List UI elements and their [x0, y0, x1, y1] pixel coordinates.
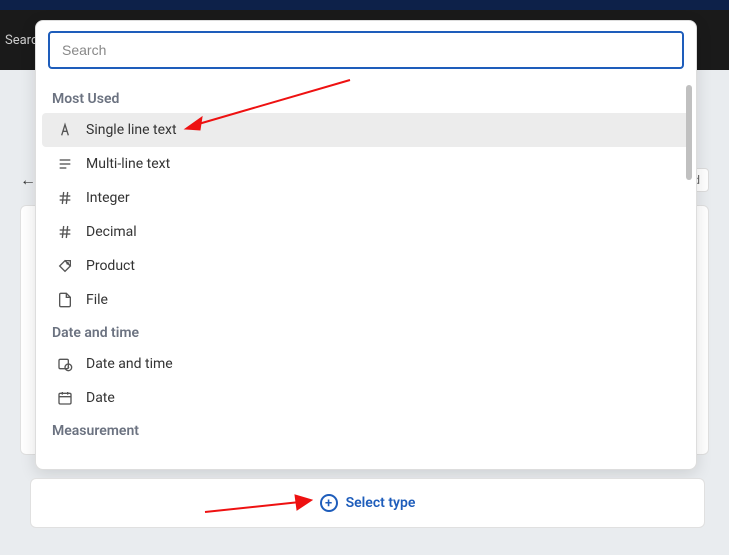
- options-scroll-area[interactable]: Most Used Single line text Multi-line te…: [36, 79, 696, 469]
- calendar-icon: [56, 389, 74, 407]
- option-single-line-text[interactable]: Single line text: [42, 113, 690, 147]
- option-label: File: [86, 292, 108, 308]
- search-wrap: [36, 21, 696, 79]
- plus-circle-icon: +: [320, 494, 338, 512]
- hash-icon: [56, 189, 74, 207]
- option-label: Multi-line text: [86, 156, 170, 172]
- option-date[interactable]: Date: [42, 381, 690, 415]
- hash-icon: [56, 223, 74, 241]
- search-input[interactable]: [48, 31, 684, 69]
- option-label: Date and time: [86, 356, 173, 372]
- option-decimal[interactable]: Decimal: [42, 215, 690, 249]
- option-date-and-time[interactable]: Date and time: [42, 347, 690, 381]
- bg-search-label: Searc: [5, 33, 38, 48]
- option-multi-line-text[interactable]: Multi-line text: [42, 147, 690, 181]
- select-type-button[interactable]: + Select type: [30, 478, 705, 528]
- option-label: Product: [86, 258, 135, 274]
- option-integer[interactable]: Integer: [42, 181, 690, 215]
- option-product[interactable]: Product: [42, 249, 690, 283]
- scrollbar-thumb[interactable]: [686, 85, 692, 180]
- clock-calendar-icon: [56, 355, 74, 373]
- tag-icon: [56, 257, 74, 275]
- option-label: Decimal: [86, 224, 137, 240]
- section-header-date-time: Date and time: [36, 317, 696, 347]
- section-header-measurement: Measurement: [36, 415, 696, 445]
- option-file[interactable]: File: [42, 283, 690, 317]
- text-a-icon: [56, 121, 74, 139]
- section-header-most-used: Most Used: [36, 83, 696, 113]
- option-label: Single line text: [86, 122, 177, 138]
- back-button[interactable]: ←: [20, 170, 36, 190]
- type-picker-dropdown: Most Used Single line text Multi-line te…: [35, 20, 697, 470]
- lines-icon: [56, 155, 74, 173]
- option-label: Integer: [86, 190, 130, 206]
- select-type-label: Select type: [346, 495, 416, 511]
- window-top-bar: [0, 0, 729, 10]
- option-label: Date: [86, 390, 115, 406]
- file-icon: [56, 291, 74, 309]
